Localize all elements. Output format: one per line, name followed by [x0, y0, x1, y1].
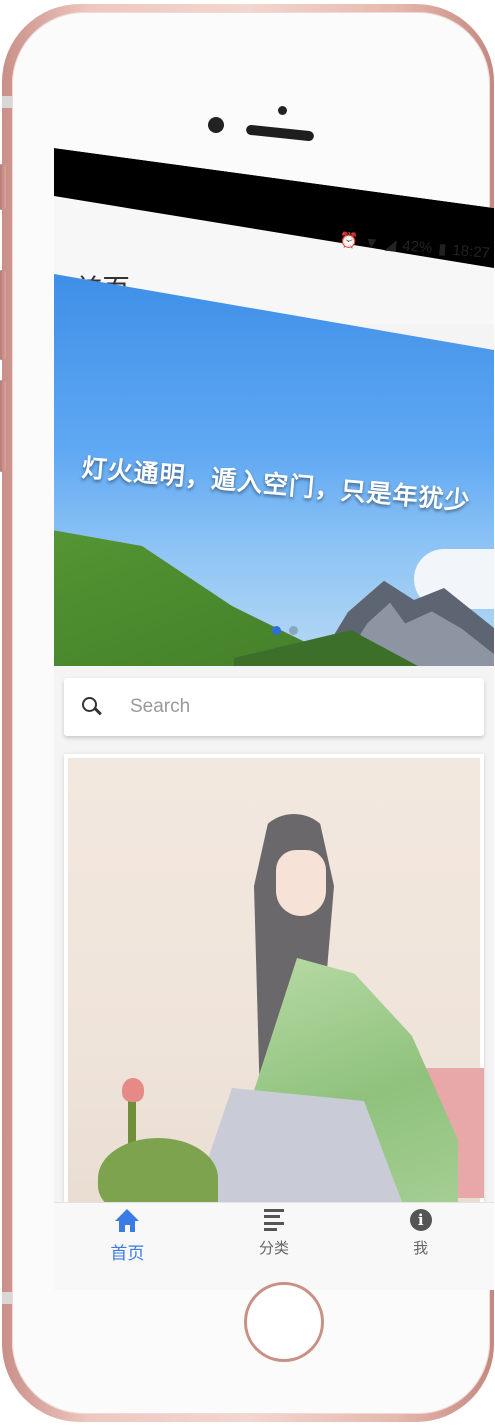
info-icon: i: [409, 1209, 432, 1231]
home-button[interactable]: [244, 1282, 324, 1362]
tab-me-label: 我: [413, 1239, 429, 1257]
app-screen: 首页 ⏰ ▼ ◢ 42% ▮ 18:27 灯火通明，遁入空门，只是年犹少: [54, 148, 494, 1290]
mute-switch: [0, 164, 6, 210]
carousel-dot[interactable]: [289, 626, 298, 635]
search-icon: [82, 697, 102, 717]
wifi-icon: ▼: [363, 233, 380, 252]
image-carousel[interactable]: 灯火通明，遁入空门，只是年犹少: [54, 274, 494, 666]
battery-percent: 42%: [401, 236, 434, 257]
carousel-caption: 灯火通明，遁入空门，只是年犹少: [80, 453, 472, 516]
carousel-dot-active[interactable]: [272, 626, 281, 635]
antenna-band: [2, 1292, 12, 1304]
bottom-tab-bar: 首页 分类 i 我: [54, 1202, 494, 1290]
search-bar[interactable]: [64, 678, 484, 736]
clock: 18:27: [451, 241, 491, 262]
battery-icon: ▮: [437, 240, 448, 259]
home-icon: [115, 1209, 140, 1233]
volume-up-button: [0, 270, 6, 360]
list-icon: [264, 1209, 284, 1231]
front-camera: [208, 117, 224, 133]
proximity-sensor: [278, 106, 287, 115]
card-illustration: [68, 758, 484, 1224]
antenna-band: [2, 96, 12, 108]
tab-category-label: 分类: [259, 1239, 290, 1257]
tab-home-label: 首页: [110, 1244, 145, 1264]
tab-category[interactable]: 分类: [201, 1203, 348, 1290]
signal-icon: ◢: [384, 235, 398, 254]
content-card[interactable]: [64, 754, 484, 1224]
alarm-icon: ⏰: [338, 231, 359, 251]
tab-me[interactable]: i 我: [347, 1203, 494, 1290]
tab-home[interactable]: 首页: [54, 1203, 201, 1290]
search-input[interactable]: [128, 695, 432, 719]
volume-down-button: [0, 380, 6, 472]
carousel-indicator: [272, 626, 298, 635]
